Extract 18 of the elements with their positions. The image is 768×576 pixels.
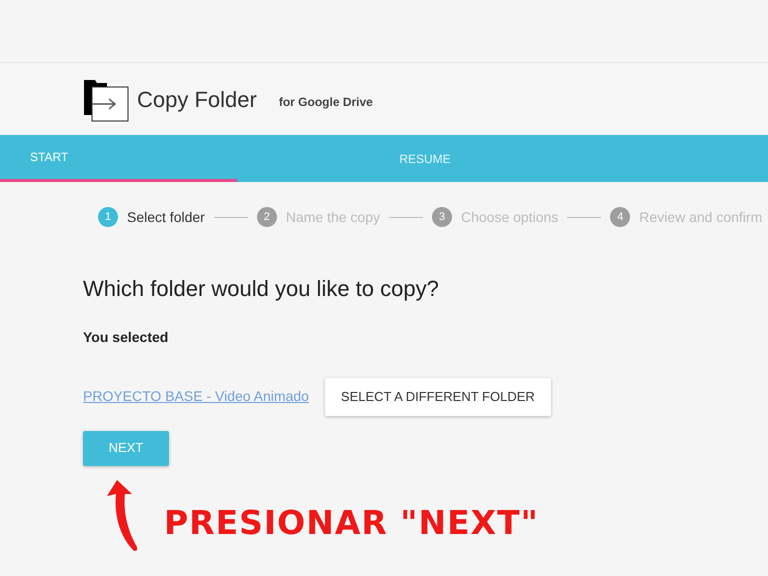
step-number: 4 <box>610 207 630 227</box>
step-number: 3 <box>432 207 452 227</box>
step-number: 2 <box>256 207 277 227</box>
step-label: Name the copy <box>286 208 380 227</box>
tab[interactable]: START <box>0 135 237 182</box>
step-label: Select folder <box>127 208 205 226</box>
page-heading: Which folder would you like to copy? <box>83 275 440 303</box>
folder-link[interactable]: PROYECTO BASE - Video Animado <box>83 386 309 408</box>
step-label: Choose options <box>461 208 558 227</box>
step-label: Review and confirm <box>639 208 762 226</box>
app-title: Copy Folder <box>137 86 257 114</box>
selected-label: You selected <box>83 328 170 347</box>
tab[interactable]: RESUME <box>237 135 613 182</box>
step-number: 1 <box>98 207 118 227</box>
select-folder-button[interactable]: SELECT A DIFFERENT FOLDER <box>324 378 551 416</box>
annotation-text: PRESIONAR "NEXT" <box>164 502 539 544</box>
next-button[interactable]: NEXT <box>83 430 169 466</box>
app-subtitle: for Google Drive <box>278 94 373 111</box>
